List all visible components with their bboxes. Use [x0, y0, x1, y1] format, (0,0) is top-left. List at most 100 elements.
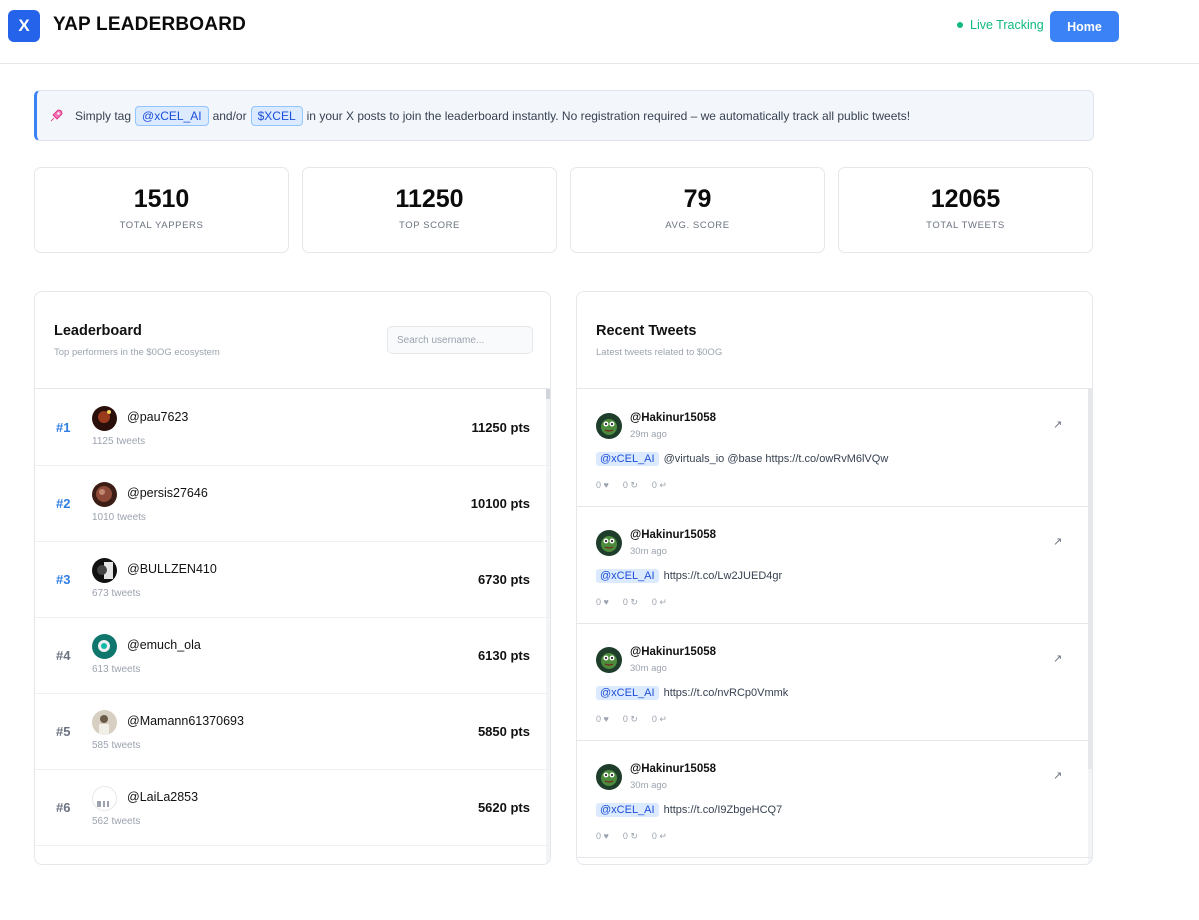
stat-card-total-yappers: 1510 TOTAL YAPPERS — [34, 167, 289, 253]
leaderboard-panel: Leaderboard Top performers in the $0OG e… — [34, 291, 551, 865]
retweet-count: 0 ↻ — [622, 831, 638, 841]
leaderboard-row[interactable]: #6 @LaiLa2853 562 tweets 5620 pts — [35, 770, 550, 846]
tweet-count: 562 tweets — [92, 816, 141, 827]
tweet-mention[interactable]: @xCEL_AI — [596, 569, 659, 583]
leaderboard-row[interactable]: #5 @Mamann61370693 585 tweets 5850 pts — [35, 694, 550, 770]
tweet-card[interactable]: @Hakinur15058 30m ago ↗ @xCEL_AI https:/… — [577, 624, 1092, 741]
points: 5620 pts — [477, 800, 530, 815]
tweet-count: 1125 tweets — [92, 436, 146, 447]
rank-number: #4 — [56, 648, 71, 663]
avatar — [92, 786, 117, 811]
avatar — [596, 530, 622, 556]
recent-tweets-header: Recent Tweets Latest tweets related to $… — [577, 292, 1092, 389]
live-tracking-indicator: Live Tracking — [957, 18, 1044, 32]
live-dot-icon — [957, 22, 963, 28]
banner-text-before: Simply tag — [75, 108, 132, 123]
points: 6130 pts — [477, 648, 530, 663]
recent-tweets-title: Recent Tweets — [596, 323, 697, 339]
username[interactable]: @emuch_ola — [127, 638, 201, 652]
tweet-count: 673 tweets — [92, 588, 141, 599]
tweet-mention[interactable]: @xCEL_AI — [596, 452, 659, 466]
reply-count: 0 ↵ — [651, 597, 667, 607]
tweet-card[interactable]: @Hakinur15058 30m ago ↗ @xCEL_AI https:/… — [577, 507, 1092, 624]
retweet-count: 0 ↻ — [622, 480, 638, 490]
stat-label: AVG. SCORE — [665, 220, 730, 231]
search-input[interactable] — [387, 326, 533, 354]
rank-number: #6 — [56, 800, 71, 815]
reply-count: 0 ↵ — [651, 831, 667, 841]
stat-value: 79 — [683, 185, 712, 213]
tweet-author[interactable]: @Hakinur15058 — [630, 412, 716, 424]
tweet-body: @xCEL_AI https://t.co/I9ZbgeHCQ7 — [596, 803, 782, 817]
tweet-count: 585 tweets — [92, 740, 141, 751]
banner-tag-xcel: $XCEL — [250, 105, 303, 126]
username[interactable]: @LaiLa2853 — [127, 790, 198, 804]
tweet-card[interactable]: @Hakinur15058 29m ago ↗ @xCEL_AI @virtua… — [577, 390, 1092, 507]
username[interactable]: @persis27646 — [127, 486, 208, 500]
tweet-author[interactable]: @Hakinur15058 — [630, 646, 716, 658]
username[interactable]: @Mamann61370693 — [127, 714, 244, 728]
like-count: 0 ♥ — [596, 714, 609, 724]
rocket-icon — [47, 107, 65, 125]
top-header: X YAP LEADERBOARD Live Tracking Home — [0, 0, 1199, 64]
stat-value: 12065 — [930, 185, 1001, 213]
avatar — [92, 634, 117, 659]
username[interactable]: @BULLZEN410 — [127, 562, 217, 576]
tweet-stats: 0 ♥ 0 ↻ 0 ↵ — [596, 831, 667, 842]
tweet-card[interactable]: @Hakinur15058 30m ago ↗ @xCEL_AI https:/… — [577, 741, 1092, 858]
leaderboard-header: Leaderboard Top performers in the $0OG e… — [35, 292, 550, 389]
reply-count: 0 ↵ — [651, 714, 667, 724]
retweet-count: 0 ↻ — [622, 714, 638, 724]
tweet-time: 29m ago — [630, 429, 667, 440]
stat-value: 1510 — [133, 185, 190, 213]
username[interactable]: @pau7623 — [127, 410, 188, 424]
tweet-mention[interactable]: @xCEL_AI — [596, 686, 659, 700]
like-count: 0 ♥ — [596, 480, 609, 490]
points: 5850 pts — [477, 724, 530, 739]
avatar — [92, 710, 117, 735]
avatar — [92, 558, 117, 583]
rank-number: #5 — [56, 724, 71, 739]
retweet-count: 0 ↻ — [622, 597, 638, 607]
leaderboard-row[interactable]: #3 @BULLZEN410 673 tweets 6730 pts — [35, 542, 550, 618]
tweet-body: @xCEL_AI @virtuals_io @base https://t.co… — [596, 452, 888, 466]
banner-text-mid: and/or — [212, 108, 247, 123]
like-count: 0 ♥ — [596, 597, 609, 607]
tweet-stats: 0 ♥ 0 ↻ 0 ↵ — [596, 597, 667, 608]
external-link-icon[interactable]: ↗ — [1053, 769, 1062, 782]
banner-text-after: in your X posts to join the leaderboard … — [306, 108, 911, 123]
stat-label: TOTAL TWEETS — [926, 220, 1005, 231]
app-title: YAP LEADERBOARD — [53, 14, 247, 35]
leaderboard-row[interactable]: #2 @persis27646 1010 tweets 10100 pts — [35, 466, 550, 542]
tweet-mention[interactable]: @xCEL_AI — [596, 803, 659, 817]
stat-label: TOP SCORE — [398, 220, 460, 231]
rank-number: #2 — [56, 496, 71, 511]
leaderboard-row[interactable]: #4 @emuch_ola 613 tweets 6130 pts — [35, 618, 550, 694]
tweet-stats: 0 ♥ 0 ↻ 0 ↵ — [596, 480, 667, 491]
logo-icon[interactable]: X — [8, 10, 40, 42]
tweet-author[interactable]: @Hakinur15058 — [630, 529, 716, 541]
tweet-time: 30m ago — [630, 663, 667, 674]
external-link-icon[interactable]: ↗ — [1053, 652, 1062, 665]
avatar — [92, 482, 117, 507]
external-link-icon[interactable]: ↗ — [1053, 535, 1062, 548]
avatar — [596, 764, 622, 790]
tweet-body: @xCEL_AI https://t.co/Lw2JUED4gr — [596, 569, 782, 583]
live-tracking-label: Live Tracking — [970, 18, 1044, 32]
recent-tweets-panel: Recent Tweets Latest tweets related to $… — [576, 291, 1093, 865]
rank-number: #3 — [56, 572, 71, 587]
stat-value: 11250 — [395, 185, 464, 213]
leaderboard-row[interactable]: #1 @pau7623 1125 tweets 11250 pts — [35, 390, 550, 466]
home-button[interactable]: Home — [1050, 11, 1119, 42]
tweet-author[interactable]: @Hakinur15058 — [630, 763, 716, 775]
tweet-text: https://t.co/nvRCp0Vmmk — [663, 687, 789, 699]
tweet-count: 613 tweets — [92, 664, 141, 675]
info-banner: Simply tag @xCEL_AI and/or $XCEL in your… — [34, 90, 1094, 141]
leaderboard-subtitle: Top performers in the $0OG ecosystem — [54, 347, 220, 358]
tweet-time: 30m ago — [630, 780, 667, 791]
stat-card-avg-score: 79 AVG. SCORE — [570, 167, 825, 253]
tweet-stats: 0 ♥ 0 ↻ 0 ↵ — [596, 714, 667, 725]
tweet-body: @xCEL_AI https://t.co/nvRCp0Vmmk — [596, 686, 788, 700]
tweet-text: https://t.co/Lw2JUED4gr — [663, 570, 783, 582]
external-link-icon[interactable]: ↗ — [1053, 418, 1062, 431]
